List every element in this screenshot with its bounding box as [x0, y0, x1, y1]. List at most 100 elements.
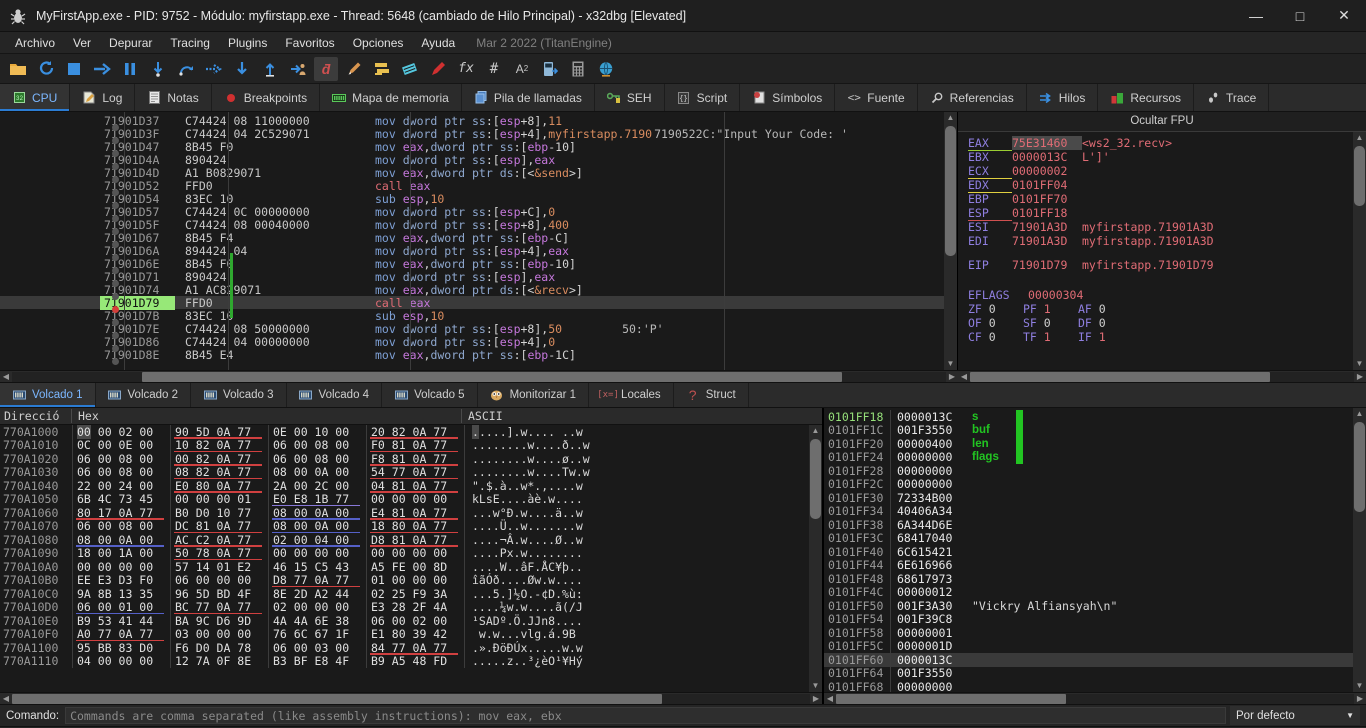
- dump-row[interactable]: 770A1060 80 17 0A 77 B0 D0 10 77 08 00 0A 0…: [0, 505, 822, 520]
- dump-row[interactable]: 770A1020 06 00 08 00 00 82 0A 77 06 00 08 0…: [0, 451, 822, 466]
- dump-hex-group[interactable]: AC C2 0A 77: [170, 532, 268, 547]
- stack-address[interactable]: 0101FF4C: [824, 585, 890, 599]
- breakpoint-dot-icon[interactable]: [112, 318, 119, 326]
- disassembly-row[interactable]: 71901D71 890424 mov dword ptr ss:[esp],eax: [0, 270, 957, 287]
- log-window-icon[interactable]: [370, 57, 394, 81]
- hscroll-track[interactable]: [970, 371, 1354, 382]
- stack-row[interactable]: 0101FF1C 001F3550 buf: [824, 423, 1366, 438]
- disassembly-row[interactable]: 71901D54 83EC 10 sub esp,10: [0, 192, 957, 209]
- dump-row[interactable]: 770A1070 06 00 08 00 DC 81 0A 77 08 00 0A 0…: [0, 519, 822, 534]
- step-into-icon[interactable]: [146, 57, 170, 81]
- breakpoint-dot-icon[interactable]: [112, 175, 119, 183]
- register-value[interactable]: 71901D79: [1012, 258, 1082, 272]
- stack-value[interactable]: 001F3A30: [890, 598, 964, 613]
- open-folder-icon[interactable]: [6, 57, 30, 81]
- stack-value[interactable]: 68617973: [890, 571, 964, 586]
- scroll-left-arrow-icon[interactable]: ◀: [824, 694, 836, 703]
- tab-script[interactable]: {} Script: [665, 84, 741, 111]
- dump-hex-group[interactable]: A5 FE 00 8D: [366, 559, 464, 574]
- dump-hex-group[interactable]: BA 9C D6 9D: [170, 613, 268, 628]
- command-profile-select[interactable]: Por defecto ▼: [1230, 706, 1360, 725]
- run-icon[interactable]: [90, 57, 114, 81]
- tab-mapa-memoria[interactable]: Mapa de memoria: [320, 84, 462, 111]
- disassembly-row[interactable]: 71901D4D A1 B0829071 mov eax,dword ptr ds:…: [0, 166, 957, 183]
- function-fx-icon[interactable]: fx: [454, 57, 478, 81]
- stack-address[interactable]: 0101FF54: [824, 612, 890, 626]
- step-out-arrow-icon[interactable]: [202, 57, 226, 81]
- flag-value[interactable]: 0: [1099, 302, 1106, 316]
- dump-row[interactable]: 770A1110 04 00 00 00 12 7A 0F 8E B3 BF E8 4…: [0, 654, 822, 669]
- dump-address[interactable]: 770A1000: [0, 425, 72, 439]
- dump-hex-group[interactable]: 06 00 00 00: [170, 573, 268, 588]
- memory-map-icon[interactable]: [398, 57, 422, 81]
- dump-tab-monitorizar-1[interactable]: Monitorizar 1: [478, 383, 590, 407]
- dump-address[interactable]: 770A1040: [0, 479, 72, 493]
- stack-address[interactable]: 0101FF68: [824, 680, 890, 692]
- dump-ascii[interactable]: îãÓð....Øw.w....: [464, 573, 822, 588]
- dump-hex-group[interactable]: 84 77 0A 77: [366, 640, 464, 655]
- register-row-ecx[interactable]: ECX 00000002: [968, 164, 1366, 179]
- dump-row[interactable]: 770A1080 08 00 0A 00 AC C2 0A 77 02 00 04 0…: [0, 532, 822, 547]
- close-button[interactable]: ✕: [1322, 0, 1366, 32]
- hscroll-track[interactable]: [836, 693, 1354, 704]
- flag-value[interactable]: 0: [989, 330, 996, 344]
- dump-hex-group[interactable]: 0C 00 0E 00: [72, 438, 170, 453]
- dump-row[interactable]: 770A1010 0C 00 0E 00 10 82 0A 77 06 00 08 0…: [0, 438, 822, 453]
- disassembly-row[interactable]: 71901D6E 8B45 F0 mov eax,dword ptr ss:[ebp…: [0, 257, 957, 274]
- stack-value[interactable]: 72334B00: [890, 490, 964, 505]
- eflags-row[interactable]: EFLAGS 00000304: [968, 288, 1366, 302]
- stack-value[interactable]: 00000001: [890, 625, 964, 640]
- dump-hex-group[interactable]: 06 00 08 00: [268, 438, 366, 453]
- dump-hex-group[interactable]: F6 D0 DA 78: [170, 640, 268, 655]
- stack-row[interactable]: 0101FF18 0000013C s: [824, 409, 1366, 424]
- run-to-user-code-icon[interactable]: [286, 57, 310, 81]
- step-down-icon[interactable]: [230, 57, 254, 81]
- stack-value[interactable]: 00000400: [890, 436, 964, 451]
- calculator-icon[interactable]: [566, 57, 590, 81]
- flags-row[interactable]: CF 0 TF 1 IF 1: [968, 330, 1366, 344]
- dump-ascii[interactable]: ....¬Â.w....Ø..w: [464, 532, 822, 547]
- dump-hex-group[interactable]: E0 E8 1B 77: [268, 492, 366, 507]
- register-row-eip[interactable]: EIP 71901D79 myfirstapp.71901D79: [968, 258, 1366, 272]
- scroll-up-arrow-icon[interactable]: ▲: [1353, 408, 1366, 420]
- dump-hex-group[interactable]: 00 00 00 00: [268, 546, 366, 561]
- dump-ascii[interactable]: ....¼w.w....ã(/J: [464, 600, 822, 615]
- dump-hex-group[interactable]: 76 6C 67 1F: [268, 627, 366, 642]
- globe-icon[interactable]: [594, 57, 618, 81]
- stack-value[interactable]: 6C615421: [890, 544, 964, 559]
- flag-value[interactable]: 0: [989, 302, 996, 316]
- eflags-value[interactable]: 00000304: [1028, 288, 1098, 302]
- stack-value[interactable]: 001F3550: [890, 666, 964, 681]
- dump-rows[interactable]: 770A1000 00 00 02 00 90 5D 0A 77 0E 00 10 0…: [0, 425, 822, 692]
- dump-ascii[interactable]: ....W..âF.ÅC¥þ..: [464, 559, 822, 574]
- scroll-up-arrow-icon[interactable]: ▲: [944, 112, 957, 124]
- stack-row[interactable]: 0101FF28 00000000: [824, 463, 1366, 478]
- register-row-ebp[interactable]: EBP 0101FF70: [968, 192, 1366, 206]
- menu-tracing[interactable]: Tracing: [161, 34, 219, 52]
- tab-cpu[interactable]: 32 CPU: [0, 84, 71, 111]
- dump-vscrollbar[interactable]: ▲ ▼: [809, 425, 822, 692]
- dump-hex-group[interactable]: 00 00 00 00: [366, 492, 464, 507]
- dump-hex-group[interactable]: 8E 2D A2 44: [268, 586, 366, 601]
- scroll-up-arrow-icon[interactable]: ▲: [809, 425, 822, 437]
- dump-hex-group[interactable]: 01 00 00 00: [366, 573, 464, 588]
- dump-address[interactable]: 770A1090: [0, 546, 72, 560]
- menu-plugins[interactable]: Plugins: [219, 34, 276, 52]
- disassembly-row[interactable]: 71901D79 FFD0 call eax: [0, 295, 957, 313]
- dump-hex-group[interactable]: E0 80 0A 77: [170, 478, 268, 493]
- scroll-left-arrow-icon[interactable]: ◀: [958, 372, 970, 381]
- register-value[interactable]: 75E31460: [1012, 136, 1082, 150]
- flag-value[interactable]: 0: [1044, 316, 1051, 330]
- stack-address[interactable]: 0101FF34: [824, 504, 890, 518]
- disassembly-row[interactable]: 71901D7E C74424 08 50000000 mov dword ptr …: [0, 322, 957, 339]
- hscroll-track[interactable]: [12, 693, 810, 704]
- flag-value[interactable]: 1: [1044, 302, 1051, 316]
- scroll-down-arrow-icon[interactable]: ▼: [1353, 358, 1366, 370]
- dump-hex-group[interactable]: 22 00 24 00: [72, 478, 170, 493]
- tab-trace[interactable]: Trace: [1194, 84, 1270, 111]
- dump-hex-group[interactable]: 00 00 02 00: [72, 425, 170, 439]
- dump-hex-group[interactable]: 18 00 1A 00: [72, 546, 170, 561]
- flag-value[interactable]: 0: [1099, 316, 1106, 330]
- menu-favoritos[interactable]: Favoritos: [276, 34, 343, 52]
- dump-tab-locales[interactable]: [x=] Locales: [589, 383, 674, 407]
